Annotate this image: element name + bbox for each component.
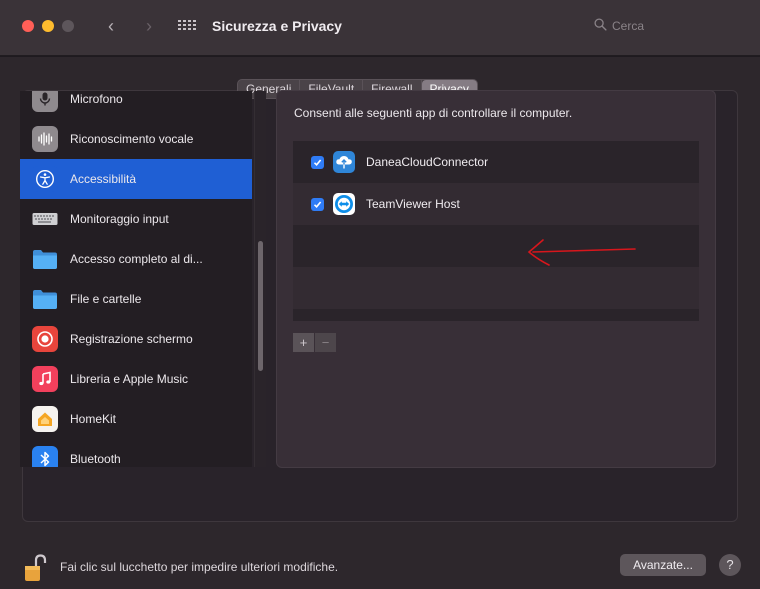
add-remove-controls: + − [293, 333, 336, 352]
sidebar-item-label: Monitoraggio input [70, 212, 169, 226]
privacy-sidebar: Microfono Riconoscimento vocale Accessib… [20, 91, 252, 467]
sidebar-item-bluetooth[interactable]: Bluetooth [20, 439, 252, 467]
waveform-icon [32, 126, 58, 152]
remove-app-button[interactable]: − [315, 333, 336, 352]
sidebar-item-accessibilita[interactable]: Accessibilità [20, 159, 252, 199]
sidebar-item-libreria-apple-music[interactable]: Libreria e Apple Music [20, 359, 252, 399]
sidebar-item-file-e-cartelle[interactable]: File e cartelle [20, 279, 252, 319]
keyboard-icon [32, 206, 58, 232]
advanced-button[interactable]: Avanzate... [620, 554, 706, 576]
close-window-button[interactable] [22, 20, 34, 32]
sidebar-item-homekit[interactable]: HomeKit [20, 399, 252, 439]
lock-hint: Fai clic sul lucchetto per impedire ulte… [60, 560, 339, 574]
app-list: DaneaCloudConnector TeamViewer Host [293, 141, 699, 321]
annotation-arrow-icon [527, 239, 636, 266]
search-placeholder: Cerca [612, 19, 645, 33]
list-item[interactable]: DaneaCloudConnector [293, 141, 699, 183]
content-area: Generali FileVault Firewall Privacy Micr… [0, 57, 760, 589]
accessibility-icon [32, 166, 58, 192]
sidebar-item-monitoraggio-input[interactable]: Monitoraggio input [20, 199, 252, 239]
chevron-left-icon: ‹ [108, 16, 114, 36]
sidebar-item-label: HomeKit [70, 412, 117, 426]
checkmark-icon [313, 200, 322, 208]
window-title: Sicurezza e Privacy [212, 18, 342, 34]
sidebar-item-label: Accessibilità [70, 172, 137, 186]
checkmark-icon [313, 158, 322, 166]
microphone-icon [32, 91, 58, 112]
minimize-window-button[interactable] [42, 20, 54, 32]
sidebar-item-label: Bluetooth [70, 452, 121, 466]
folder-icon [32, 286, 58, 312]
back-button[interactable]: ‹ [100, 14, 122, 38]
sidebar-item-label: Microfono [70, 92, 123, 106]
sidebar-scrollbar-thumb[interactable] [258, 241, 263, 371]
sidebar-item-label: Accesso completo al di... [70, 252, 203, 266]
empty-list-row [293, 225, 699, 267]
search-icon [594, 18, 607, 31]
screen-record-icon [32, 326, 58, 352]
app-name: DaneaCloudConnector [366, 155, 489, 169]
add-app-button[interactable]: + [293, 333, 314, 352]
pane-description: Consenti alle seguenti app di controllar… [294, 106, 573, 120]
sidebar-item-label: Riconoscimento vocale [70, 132, 194, 146]
list-item[interactable]: TeamViewer Host [293, 183, 699, 225]
sidebar-item-riconoscimento-vocale[interactable]: Riconoscimento vocale [20, 119, 252, 159]
empty-list-row [293, 267, 699, 309]
forward-button[interactable]: › [138, 14, 160, 38]
title-bar: ‹ › Sicurezza e Privacy Cerca [0, 0, 760, 56]
empty-list-row [293, 309, 699, 321]
music-icon [32, 366, 58, 392]
home-icon [32, 406, 58, 432]
accessibility-pane: Consenti alle seguenti app di controllar… [276, 90, 716, 468]
sidebar-item-label: Libreria e Apple Music [70, 372, 189, 386]
bluetooth-icon [32, 446, 58, 467]
sidebar-item-microfono[interactable]: Microfono [20, 91, 252, 119]
unlocked-padlock-icon[interactable] [24, 553, 48, 583]
app-checkbox[interactable] [311, 155, 324, 169]
help-button[interactable]: ? [719, 554, 741, 576]
sidebar-item-registrazione-schermo[interactable]: Registrazione schermo [20, 319, 252, 359]
cloud-connector-icon [333, 151, 355, 173]
zoom-window-button[interactable] [62, 20, 74, 32]
folder-icon [32, 246, 58, 272]
sidebar-item-label: Registrazione schermo [70, 332, 193, 346]
chevron-right-icon: › [146, 16, 152, 36]
app-name: TeamViewer Host [366, 197, 460, 211]
sidebar-item-accesso-completo[interactable]: Accesso completo al di... [20, 239, 252, 279]
app-checkbox[interactable] [311, 197, 324, 211]
show-all-grid-icon[interactable] [178, 20, 196, 32]
sidebar-item-label: File e cartelle [70, 292, 142, 306]
teamviewer-icon [333, 193, 355, 215]
search-field[interactable]: Cerca [588, 16, 748, 38]
